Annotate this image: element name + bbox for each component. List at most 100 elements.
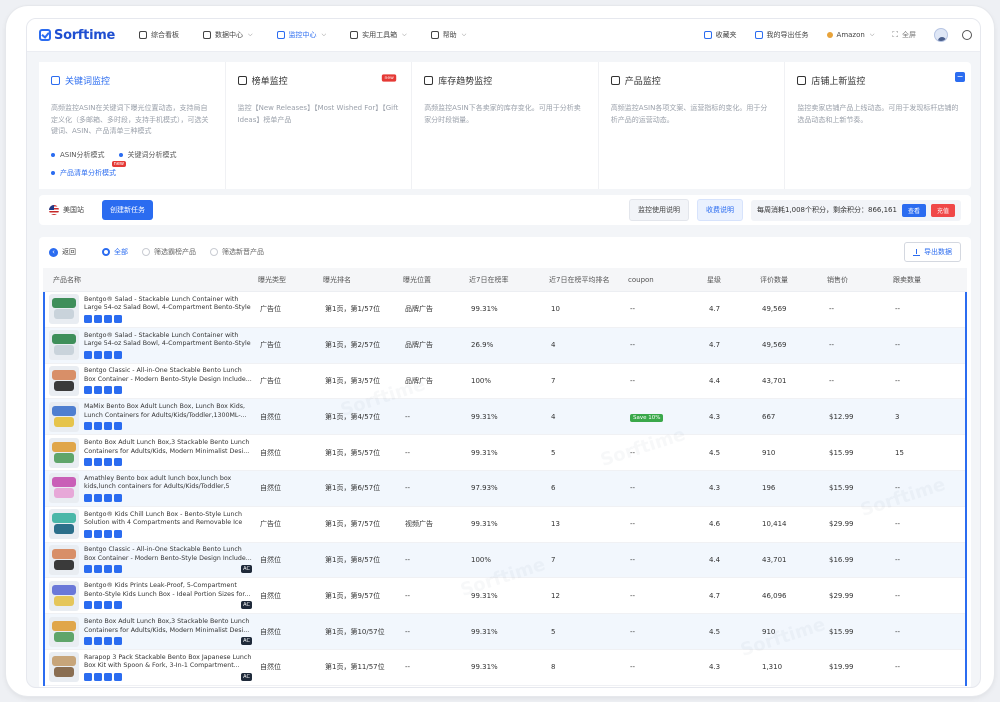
product-image[interactable] bbox=[49, 616, 79, 647]
product-title[interactable]: Bentgo Classic - All-in-One Stackable Be… bbox=[84, 367, 252, 384]
chart-icon[interactable] bbox=[94, 565, 102, 574]
favorite-icon[interactable] bbox=[114, 386, 122, 395]
product-image[interactable] bbox=[49, 473, 79, 504]
mode-option[interactable]: 产品清单分析模式 new bbox=[51, 160, 126, 178]
amazon-link-icon[interactable] bbox=[84, 314, 92, 323]
product-image[interactable] bbox=[49, 509, 79, 540]
filter-radio-0[interactable]: 全部 bbox=[102, 247, 128, 257]
favorite-icon[interactable] bbox=[114, 565, 122, 574]
table-row[interactable]: Bentgo® Kids Chill Lunch Box - Bento-Sty… bbox=[45, 507, 965, 543]
product-title[interactable]: Bentgo® Salad - Stackable Lunch Containe… bbox=[84, 296, 252, 313]
chart-icon[interactable] bbox=[94, 458, 102, 467]
monitor-card-2[interactable]: 库存趋势监控 高频监控ASIN下各卖家的库存变化。可用于分析卖家分时段销量。 bbox=[412, 62, 599, 189]
filter-radio-1[interactable]: 筛选霸榜产品 bbox=[142, 247, 196, 257]
nav-item-2[interactable]: 监控中心 ⌵ bbox=[276, 30, 326, 40]
favorite-icon[interactable] bbox=[114, 601, 122, 610]
favorites-link[interactable]: 收藏夹 bbox=[703, 30, 737, 40]
filter-radio-2[interactable]: 筛选新晋产品 bbox=[210, 247, 264, 257]
monitor-card-3[interactable]: 产品监控 高频监控ASIN各项文案、运营指标的变化。用于分析产品的运营动态。 bbox=[599, 62, 786, 189]
product-image[interactable] bbox=[49, 365, 79, 396]
product-image[interactable] bbox=[49, 401, 79, 432]
product-image[interactable] bbox=[49, 330, 79, 361]
table-row[interactable]: Bento Box Adult Lunch Box,3 Stackable Be… bbox=[45, 435, 965, 471]
product-title[interactable]: Bentgo® Kids Chill Lunch Box - Bento-Sty… bbox=[84, 511, 252, 528]
favorite-icon[interactable] bbox=[114, 422, 122, 431]
view-credit-button[interactable]: 查看 bbox=[901, 203, 926, 217]
monitor-card-0[interactable]: 关键词监控 高频监控ASIN在关键词下曝光位置动态，支持局自定义化（多邮箱、多时段… bbox=[39, 62, 226, 189]
product-title[interactable]: Bentgo® Salad - Stackable Lunch Containe… bbox=[84, 332, 252, 349]
product-image[interactable] bbox=[49, 544, 79, 575]
product-title[interactable]: Amathley Bento box adult lunch box,lunch… bbox=[84, 475, 252, 492]
keyword-icon[interactable] bbox=[104, 386, 112, 395]
my-export-link[interactable]: 我的导出任务 bbox=[754, 30, 809, 40]
favorite-icon[interactable] bbox=[114, 314, 122, 323]
column-header[interactable]: 近7日在榜平均排名 bbox=[549, 275, 628, 285]
keyword-icon[interactable] bbox=[104, 458, 112, 467]
keyword-icon[interactable] bbox=[104, 350, 112, 359]
product-image[interactable] bbox=[49, 437, 79, 468]
amazon-link-icon[interactable] bbox=[84, 422, 92, 431]
table-row[interactable]: MaMix Bento Box Adult Lunch Box, Lunch B… bbox=[45, 399, 965, 436]
amazon-link-icon[interactable] bbox=[84, 565, 92, 574]
favorite-icon[interactable] bbox=[114, 637, 122, 646]
collapse-icon[interactable]: − bbox=[954, 72, 965, 82]
column-header[interactable]: 曝光类型 bbox=[258, 275, 323, 285]
keyword-icon[interactable] bbox=[104, 529, 112, 538]
product-image[interactable] bbox=[49, 294, 79, 325]
table-row[interactable]: Bentgo® Kids Prints Leak-Proof, 5-Compar… bbox=[45, 578, 965, 615]
keyword-icon[interactable] bbox=[104, 637, 112, 646]
amazon-link-icon[interactable] bbox=[84, 601, 92, 610]
keyword-icon[interactable] bbox=[104, 601, 112, 610]
amazon-link-icon[interactable] bbox=[84, 529, 92, 538]
favorite-icon[interactable] bbox=[114, 458, 122, 467]
table-row[interactable]: Amathley Bento box adult lunch box,lunch… bbox=[45, 470, 965, 507]
back-button[interactable]: ‹ 返回 bbox=[49, 247, 76, 257]
product-title[interactable]: Bentgo Classic - All-in-One Stackable Be… bbox=[84, 546, 252, 563]
nav-item-1[interactable]: 数据中心 ⌵ bbox=[203, 30, 253, 40]
nav-item-0[interactable]: 综合看板 bbox=[139, 30, 179, 40]
favorite-icon[interactable] bbox=[114, 493, 122, 502]
keyword-icon[interactable] bbox=[104, 672, 112, 681]
table-row[interactable]: Bentgo Classic - All-in-One Stackable Be… bbox=[45, 364, 965, 400]
create-task-button[interactable]: 创建新任务 bbox=[102, 200, 153, 220]
product-title[interactable]: Bento Box Adult Lunch Box,3 Stackable Be… bbox=[84, 618, 252, 635]
favorite-icon[interactable] bbox=[114, 672, 122, 681]
gear-icon[interactable] bbox=[962, 30, 972, 40]
chart-icon[interactable] bbox=[94, 386, 102, 395]
table-row[interactable]: Bentgo® Salad - Stackable Lunch Containe… bbox=[45, 327, 965, 364]
product-image[interactable] bbox=[49, 652, 79, 683]
column-header[interactable]: 近7日在榜率 bbox=[469, 275, 549, 285]
column-header[interactable]: 星级 bbox=[707, 275, 760, 285]
monitor-card-4[interactable]: 店铺上新监控 监控卖家店铺产品上线动态。可用于发现标杆店铺的选品动态和上新节奏。 − bbox=[785, 62, 971, 189]
chart-icon[interactable] bbox=[94, 637, 102, 646]
chart-icon[interactable] bbox=[94, 350, 102, 359]
amazon-link-icon[interactable] bbox=[84, 350, 92, 359]
chart-icon[interactable] bbox=[94, 314, 102, 323]
product-title[interactable]: Bentgo® Kids Prints Leak-Proof, 5-Compar… bbox=[84, 582, 252, 599]
nav-item-3[interactable]: 实用工具箱 ⌵ bbox=[350, 30, 407, 40]
table-row[interactable]: Bento Box Adult Lunch Box,3 Stackable Be… bbox=[45, 614, 965, 650]
chart-icon[interactable] bbox=[94, 601, 102, 610]
chart-icon[interactable] bbox=[94, 422, 102, 431]
keyword-icon[interactable] bbox=[104, 314, 112, 323]
column-header[interactable]: 跟卖数量 bbox=[893, 275, 963, 285]
product-image[interactable] bbox=[49, 580, 79, 611]
product-title[interactable]: MaMix Bento Box Adult Lunch Box, Lunch B… bbox=[84, 403, 252, 420]
pricing-help-button[interactable]: 收费说明 bbox=[696, 199, 743, 221]
chart-icon[interactable] bbox=[94, 529, 102, 538]
column-header[interactable]: coupon bbox=[628, 276, 707, 284]
amazon-link-icon[interactable] bbox=[84, 386, 92, 395]
mode-option[interactable]: ASIN分析模式 bbox=[51, 150, 105, 160]
product-title[interactable]: Rarapop 3 Pack Stackable Bento Box Japan… bbox=[84, 654, 252, 671]
column-header[interactable]: 曝光排名 bbox=[323, 275, 403, 285]
favorite-icon[interactable] bbox=[114, 529, 122, 538]
recharge-button[interactable]: 充值 bbox=[930, 203, 955, 217]
fullscreen-button[interactable]: ⛶ 全屏 bbox=[892, 30, 916, 40]
column-header[interactable]: 曝光位置 bbox=[403, 275, 469, 285]
column-header[interactable]: 评价数量 bbox=[760, 275, 827, 285]
keyword-icon[interactable] bbox=[104, 493, 112, 502]
export-data-button[interactable]: 导出数据 bbox=[904, 242, 961, 262]
product-title[interactable]: Bento Box Adult Lunch Box,3 Stackable Be… bbox=[84, 439, 252, 456]
monitor-card-1[interactable]: 榜单监控 new 监控【New Releases】【Most Wished For】… bbox=[226, 62, 413, 189]
amazon-link-icon[interactable] bbox=[84, 637, 92, 646]
